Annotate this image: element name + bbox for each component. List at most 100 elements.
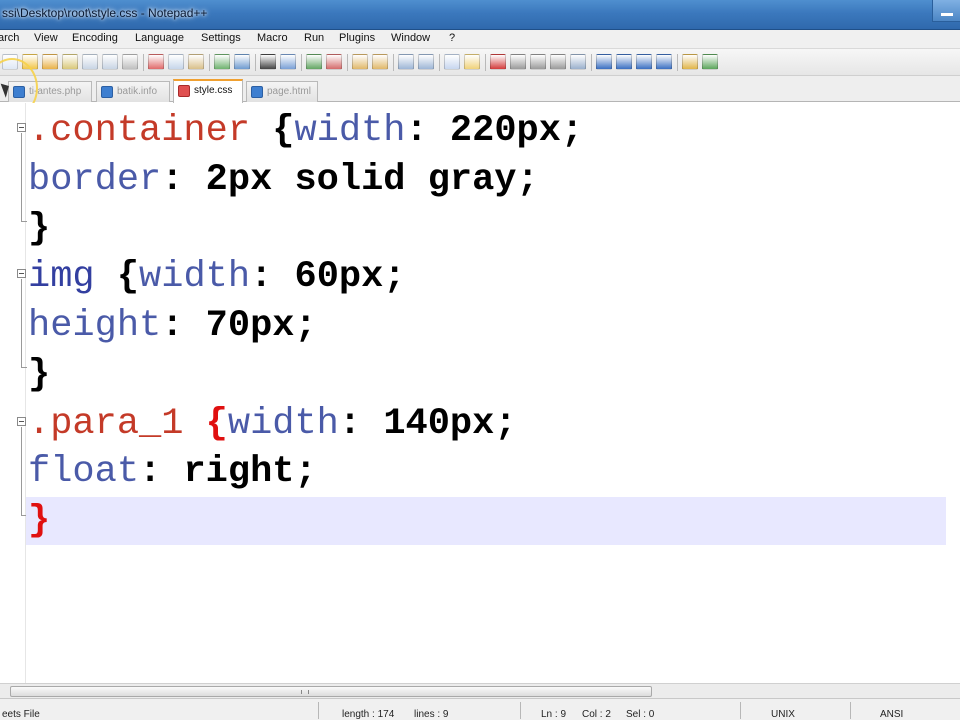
semicolon: ; <box>383 256 406 298</box>
menu-encoding[interactable]: Encoding <box>72 32 118 44</box>
status-sel: Sel : 0 <box>626 709 655 720</box>
sync-h-icon[interactable] <box>372 54 388 70</box>
css-selector: .container <box>28 110 251 152</box>
colon: : <box>338 403 362 445</box>
status-divider <box>318 702 319 719</box>
brace-open-highlight: { <box>183 403 228 445</box>
minimize-button[interactable] <box>932 0 960 22</box>
css-property: width <box>139 256 251 298</box>
copy-icon[interactable] <box>168 54 184 70</box>
menu-run[interactable]: Run <box>304 32 324 44</box>
zoom-in-icon[interactable] <box>306 54 322 70</box>
stop-macro-icon[interactable] <box>510 54 526 70</box>
status-bar: eets File length : 174 lines : 9 Ln : 9 … <box>0 698 960 720</box>
tab-label: page.html <box>267 86 311 97</box>
code-line-5: height: 70px; <box>28 302 948 350</box>
fold-line <box>21 133 22 221</box>
save-all-icon[interactable] <box>62 54 78 70</box>
close-icon[interactable] <box>82 54 98 70</box>
save-icon[interactable] <box>42 54 58 70</box>
brace-close: } <box>28 208 51 250</box>
brace-close: } <box>28 354 51 396</box>
status-length: length : 174 <box>342 709 395 720</box>
css-value: 2px solid gray <box>183 159 517 201</box>
spell-check-icon[interactable] <box>702 54 718 70</box>
indent-guide-icon[interactable] <box>444 54 460 70</box>
play-macro-icon[interactable] <box>530 54 546 70</box>
code-editor[interactable]: .container {width: 220px; border: 2px so… <box>0 103 960 683</box>
record-macro-icon[interactable] <box>490 54 506 70</box>
status-divider <box>740 702 741 719</box>
menu-window[interactable]: Window <box>391 32 430 44</box>
menu-help[interactable]: ? <box>449 32 455 44</box>
play-multiple-icon[interactable] <box>550 54 566 70</box>
redo-icon[interactable] <box>234 54 250 70</box>
undo-icon[interactable] <box>214 54 230 70</box>
sync-v-icon[interactable] <box>352 54 368 70</box>
toggle-bookmark-icon[interactable] <box>656 54 672 70</box>
code-line-4: img {width: 60px; <box>28 253 948 301</box>
word-wrap-icon[interactable] <box>398 54 414 70</box>
semicolon: ; <box>560 110 584 152</box>
brace-open: { <box>94 256 140 298</box>
close-all-icon[interactable] <box>102 54 118 70</box>
menu-view[interactable]: View <box>34 32 58 44</box>
menu-language[interactable]: Language <box>135 32 184 44</box>
css-property: width <box>227 403 339 445</box>
save-macro-icon[interactable] <box>570 54 586 70</box>
replace-icon[interactable] <box>280 54 296 70</box>
print-icon[interactable] <box>122 54 138 70</box>
scrollbar-thumb[interactable] <box>10 686 652 697</box>
monitoring-icon[interactable] <box>682 54 698 70</box>
colon: : <box>250 256 273 298</box>
fold-end <box>21 221 27 222</box>
tab-page-html[interactable]: page.html <box>246 81 318 102</box>
semicolon: ; <box>494 403 517 445</box>
window-title: ssi\Desktop\root\style.css - Notepad++ <box>2 6 208 20</box>
fold-toggle-icon[interactable] <box>17 417 26 426</box>
status-divider <box>520 702 521 719</box>
css-value: 60px <box>272 256 384 298</box>
next-bookmark-icon[interactable] <box>636 54 652 70</box>
tab-style-css[interactable]: style.css <box>173 79 243 103</box>
toolbar-separator <box>301 54 302 71</box>
colon: : <box>161 305 184 347</box>
code-line-8: float: right; <box>28 448 948 496</box>
menu-bar: arch View Encoding Language Settings Mac… <box>0 30 960 49</box>
menu-search[interactable]: arch <box>0 32 19 44</box>
toolbar-separator <box>209 54 210 71</box>
toolbar <box>0 49 960 76</box>
semicolon: ; <box>294 451 317 493</box>
css-property: height <box>28 305 162 347</box>
toolbar-separator <box>677 54 678 71</box>
semicolon: ; <box>516 159 539 201</box>
menu-macro[interactable]: Macro <box>257 32 288 44</box>
brace-open: { <box>250 110 295 152</box>
user-lang-icon[interactable] <box>464 54 480 70</box>
paste-icon[interactable] <box>188 54 204 70</box>
menu-settings[interactable]: Settings <box>201 32 241 44</box>
prev-bookmark-icon[interactable] <box>616 54 632 70</box>
menu-plugins[interactable]: Plugins <box>339 32 375 44</box>
fold-toggle-icon[interactable] <box>17 123 26 132</box>
show-all-icon[interactable] <box>418 54 434 70</box>
css-value: 70px <box>183 305 295 347</box>
status-col: Col : 2 <box>582 709 611 720</box>
toolbar-separator <box>591 54 592 71</box>
toolbar-separator <box>143 54 144 71</box>
horizontal-scrollbar[interactable] <box>0 683 960 698</box>
find-icon[interactable] <box>260 54 276 70</box>
tab-label: batik.info <box>117 86 158 97</box>
semicolon: ; <box>294 305 317 347</box>
fold-all-icon[interactable] <box>596 54 612 70</box>
status-encoding: ANSI <box>880 709 904 720</box>
tab-bar: ti-antes.php batik.info style.css page.h… <box>0 76 960 103</box>
toolbar-separator <box>485 54 486 71</box>
status-file-type: eets File <box>2 709 40 720</box>
modified-file-icon <box>178 85 190 97</box>
zoom-out-icon[interactable] <box>326 54 342 70</box>
cut-icon[interactable] <box>148 54 164 70</box>
tab-batik-info[interactable]: batik.info <box>96 81 170 102</box>
css-property: width <box>294 110 406 152</box>
fold-toggle-icon[interactable] <box>17 269 26 278</box>
